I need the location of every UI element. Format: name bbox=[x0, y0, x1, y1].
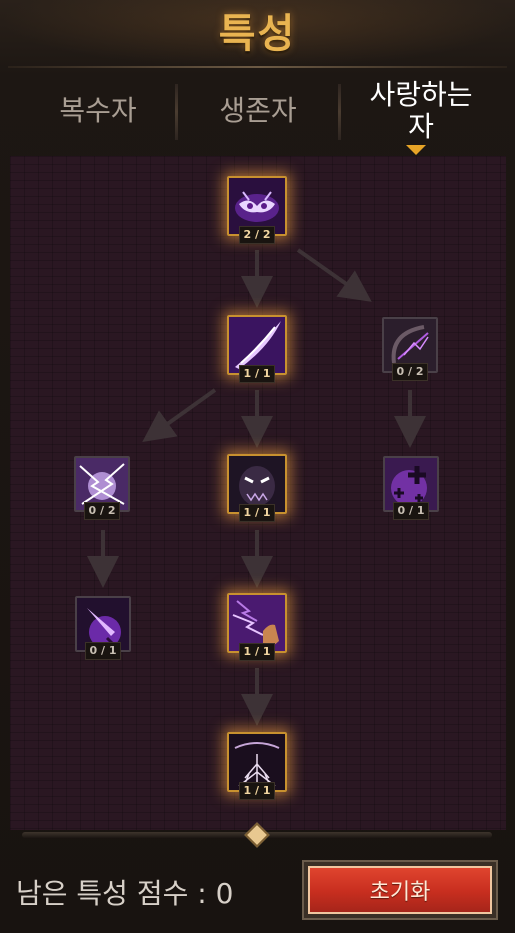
connector bbox=[142, 388, 217, 442]
page-title: 특성 bbox=[0, 0, 515, 68]
tab-avenger[interactable]: 복수자 bbox=[18, 70, 178, 152]
reset-button-label: 초기화 bbox=[308, 866, 492, 914]
tab-survivor[interactable]: 생존자 bbox=[178, 70, 338, 152]
tab-lover[interactable]: 사랑하는 자 bbox=[341, 70, 501, 152]
talent-node[interactable]: 1 / 1 bbox=[227, 593, 287, 661]
talent-rank: 1 / 1 bbox=[239, 643, 275, 661]
active-tab-indicator-icon bbox=[406, 145, 426, 155]
remaining-points: 남은 특성 점수 : 0 bbox=[16, 877, 234, 910]
title-divider bbox=[8, 66, 507, 68]
talent-node[interactable]: 1 / 1 bbox=[227, 315, 287, 383]
talent-tree: 2 / 2 1 / 1 0 / 2 0 / 2 1 / 1 0 / 1 0 / … bbox=[10, 156, 506, 830]
talent-rank: 1 / 1 bbox=[239, 782, 275, 800]
talent-node[interactable]: 0 / 2 bbox=[74, 456, 130, 520]
talent-rank: 1 / 1 bbox=[239, 504, 275, 522]
talent-tabs: 복수자 생존자 사랑하는 자 bbox=[0, 70, 515, 156]
talent-rank: 2 / 2 bbox=[239, 226, 275, 244]
talent-rank: 0 / 2 bbox=[392, 363, 428, 381]
talent-node[interactable]: 1 / 1 bbox=[227, 454, 287, 522]
reset-button[interactable]: 초기화 bbox=[302, 860, 498, 920]
talent-node[interactable]: 0 / 1 bbox=[383, 456, 439, 520]
talent-node[interactable]: 2 / 2 bbox=[227, 176, 287, 244]
talent-rank: 0 / 1 bbox=[393, 502, 429, 520]
talent-window: 특성 복수자 생존자 사랑하는 자 2 / 2 1 / 1 0 / 2 0 / … bbox=[0, 0, 515, 933]
talent-rank: 1 / 1 bbox=[239, 365, 275, 383]
talent-rank: 0 / 1 bbox=[85, 642, 121, 660]
talent-node[interactable]: 1 / 1 bbox=[227, 732, 287, 800]
connector bbox=[296, 248, 372, 302]
talent-node[interactable]: 0 / 1 bbox=[75, 596, 131, 660]
talent-rank: 0 / 2 bbox=[84, 502, 120, 520]
talent-node[interactable]: 0 / 2 bbox=[382, 317, 438, 381]
